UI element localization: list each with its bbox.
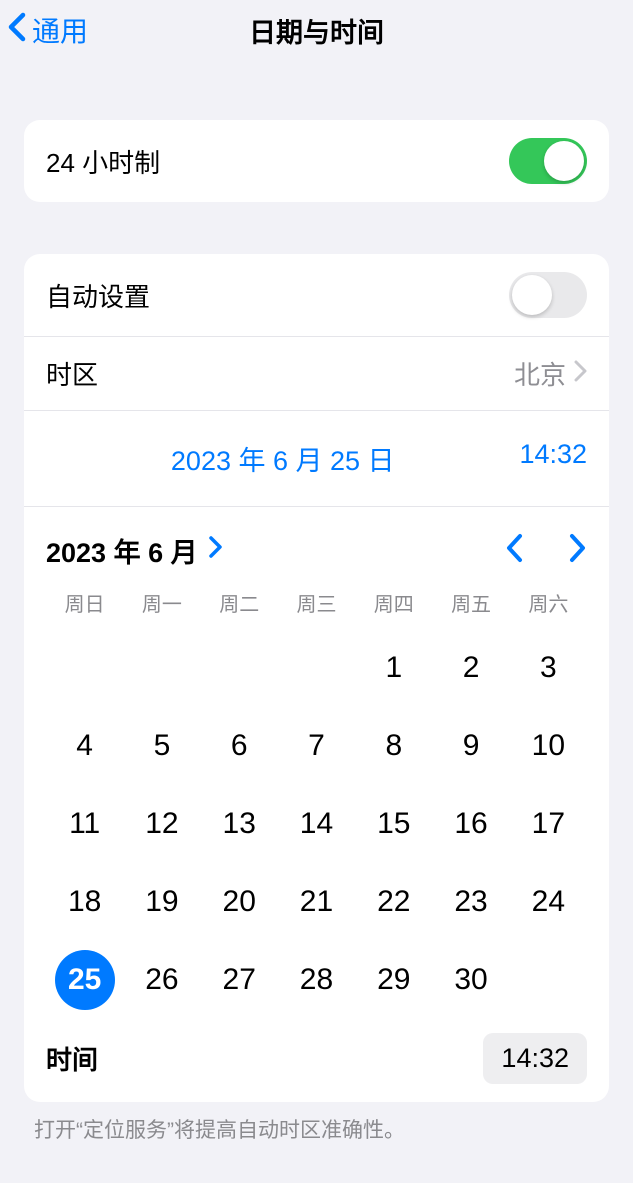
calendar-day[interactable]: 13: [201, 785, 278, 863]
chevron-left-icon: [505, 551, 525, 568]
calendar-day[interactable]: 2: [432, 629, 509, 707]
weekday-label: 周四: [355, 588, 432, 617]
weekday-label: 周五: [432, 588, 509, 617]
back-button[interactable]: 通用: [6, 10, 88, 50]
calendar-day[interactable]: 19: [123, 863, 200, 941]
calendar-day[interactable]: 23: [432, 863, 509, 941]
calendar-day[interactable]: 4: [46, 707, 123, 785]
time-picker-button[interactable]: 14:32: [483, 1033, 587, 1084]
calendar-day[interactable]: 12: [123, 785, 200, 863]
calendar-day[interactable]: 11: [46, 785, 123, 863]
weekday-label: 周日: [46, 588, 123, 617]
auto-set-switch[interactable]: [509, 272, 587, 318]
weekday-label: 周三: [278, 588, 355, 617]
calendar-day[interactable]: 14: [278, 785, 355, 863]
footer-hint: 打开“定位服务”将提高自动时区准确性。: [34, 1114, 599, 1144]
calendar-day[interactable]: 22: [355, 863, 432, 941]
chevron-left-icon: [6, 11, 30, 50]
selected-time-button[interactable]: 14:32: [519, 439, 587, 478]
prev-month-button[interactable]: [505, 532, 525, 569]
timezone-value: 北京: [514, 355, 566, 392]
calendar-blank: [123, 629, 200, 707]
calendar-day[interactable]: 26: [123, 941, 200, 1019]
chevron-right-icon: [208, 535, 223, 566]
calendar-day[interactable]: 20: [201, 863, 278, 941]
twenty-four-hour-label: 24 小时制: [46, 143, 509, 180]
calendar-blank: [201, 629, 278, 707]
calendar-day[interactable]: 24: [510, 863, 587, 941]
calendar-day[interactable]: 6: [201, 707, 278, 785]
calendar-day[interactable]: 9: [432, 707, 509, 785]
calendar-day[interactable]: 1: [355, 629, 432, 707]
calendar-day[interactable]: 8: [355, 707, 432, 785]
calendar-day[interactable]: 28: [278, 941, 355, 1019]
calendar-day[interactable]: 7: [278, 707, 355, 785]
weekday-label: 周六: [510, 588, 587, 617]
timezone-row[interactable]: 时区 北京: [24, 336, 609, 410]
page-title: 日期与时间: [249, 11, 384, 50]
next-month-button[interactable]: [567, 532, 587, 569]
calendar-day[interactable]: 27: [201, 941, 278, 1019]
calendar-day[interactable]: 10: [510, 707, 587, 785]
twenty-four-hour-switch[interactable]: [509, 138, 587, 184]
weekday-label: 周一: [123, 588, 200, 617]
calendar-day[interactable]: 30: [432, 941, 509, 1019]
timezone-label: 时区: [46, 355, 514, 392]
month-label: 2023 年 6 月: [46, 531, 198, 570]
calendar-blank: [278, 629, 355, 707]
auto-set-label: 自动设置: [46, 277, 509, 314]
calendar-blank: [46, 629, 123, 707]
calendar-day[interactable]: 3: [510, 629, 587, 707]
calendar-day[interactable]: 16: [432, 785, 509, 863]
weekday-label: 周二: [201, 588, 278, 617]
time-label: 时间: [46, 1040, 483, 1077]
calendar-day[interactable]: 25: [46, 941, 123, 1019]
calendar-day[interactable]: 15: [355, 785, 432, 863]
calendar-day[interactable]: 18: [46, 863, 123, 941]
selected-date-button[interactable]: 2023 年 6 月 25 日: [171, 439, 395, 478]
chevron-right-icon: [574, 360, 587, 387]
calendar-day[interactable]: 29: [355, 941, 432, 1019]
month-picker-button[interactable]: 2023 年 6 月: [46, 531, 223, 570]
back-label: 通用: [32, 10, 88, 50]
calendar-day[interactable]: 5: [123, 707, 200, 785]
chevron-right-icon: [567, 551, 587, 568]
calendar-day[interactable]: 21: [278, 863, 355, 941]
calendar-day[interactable]: 17: [510, 785, 587, 863]
